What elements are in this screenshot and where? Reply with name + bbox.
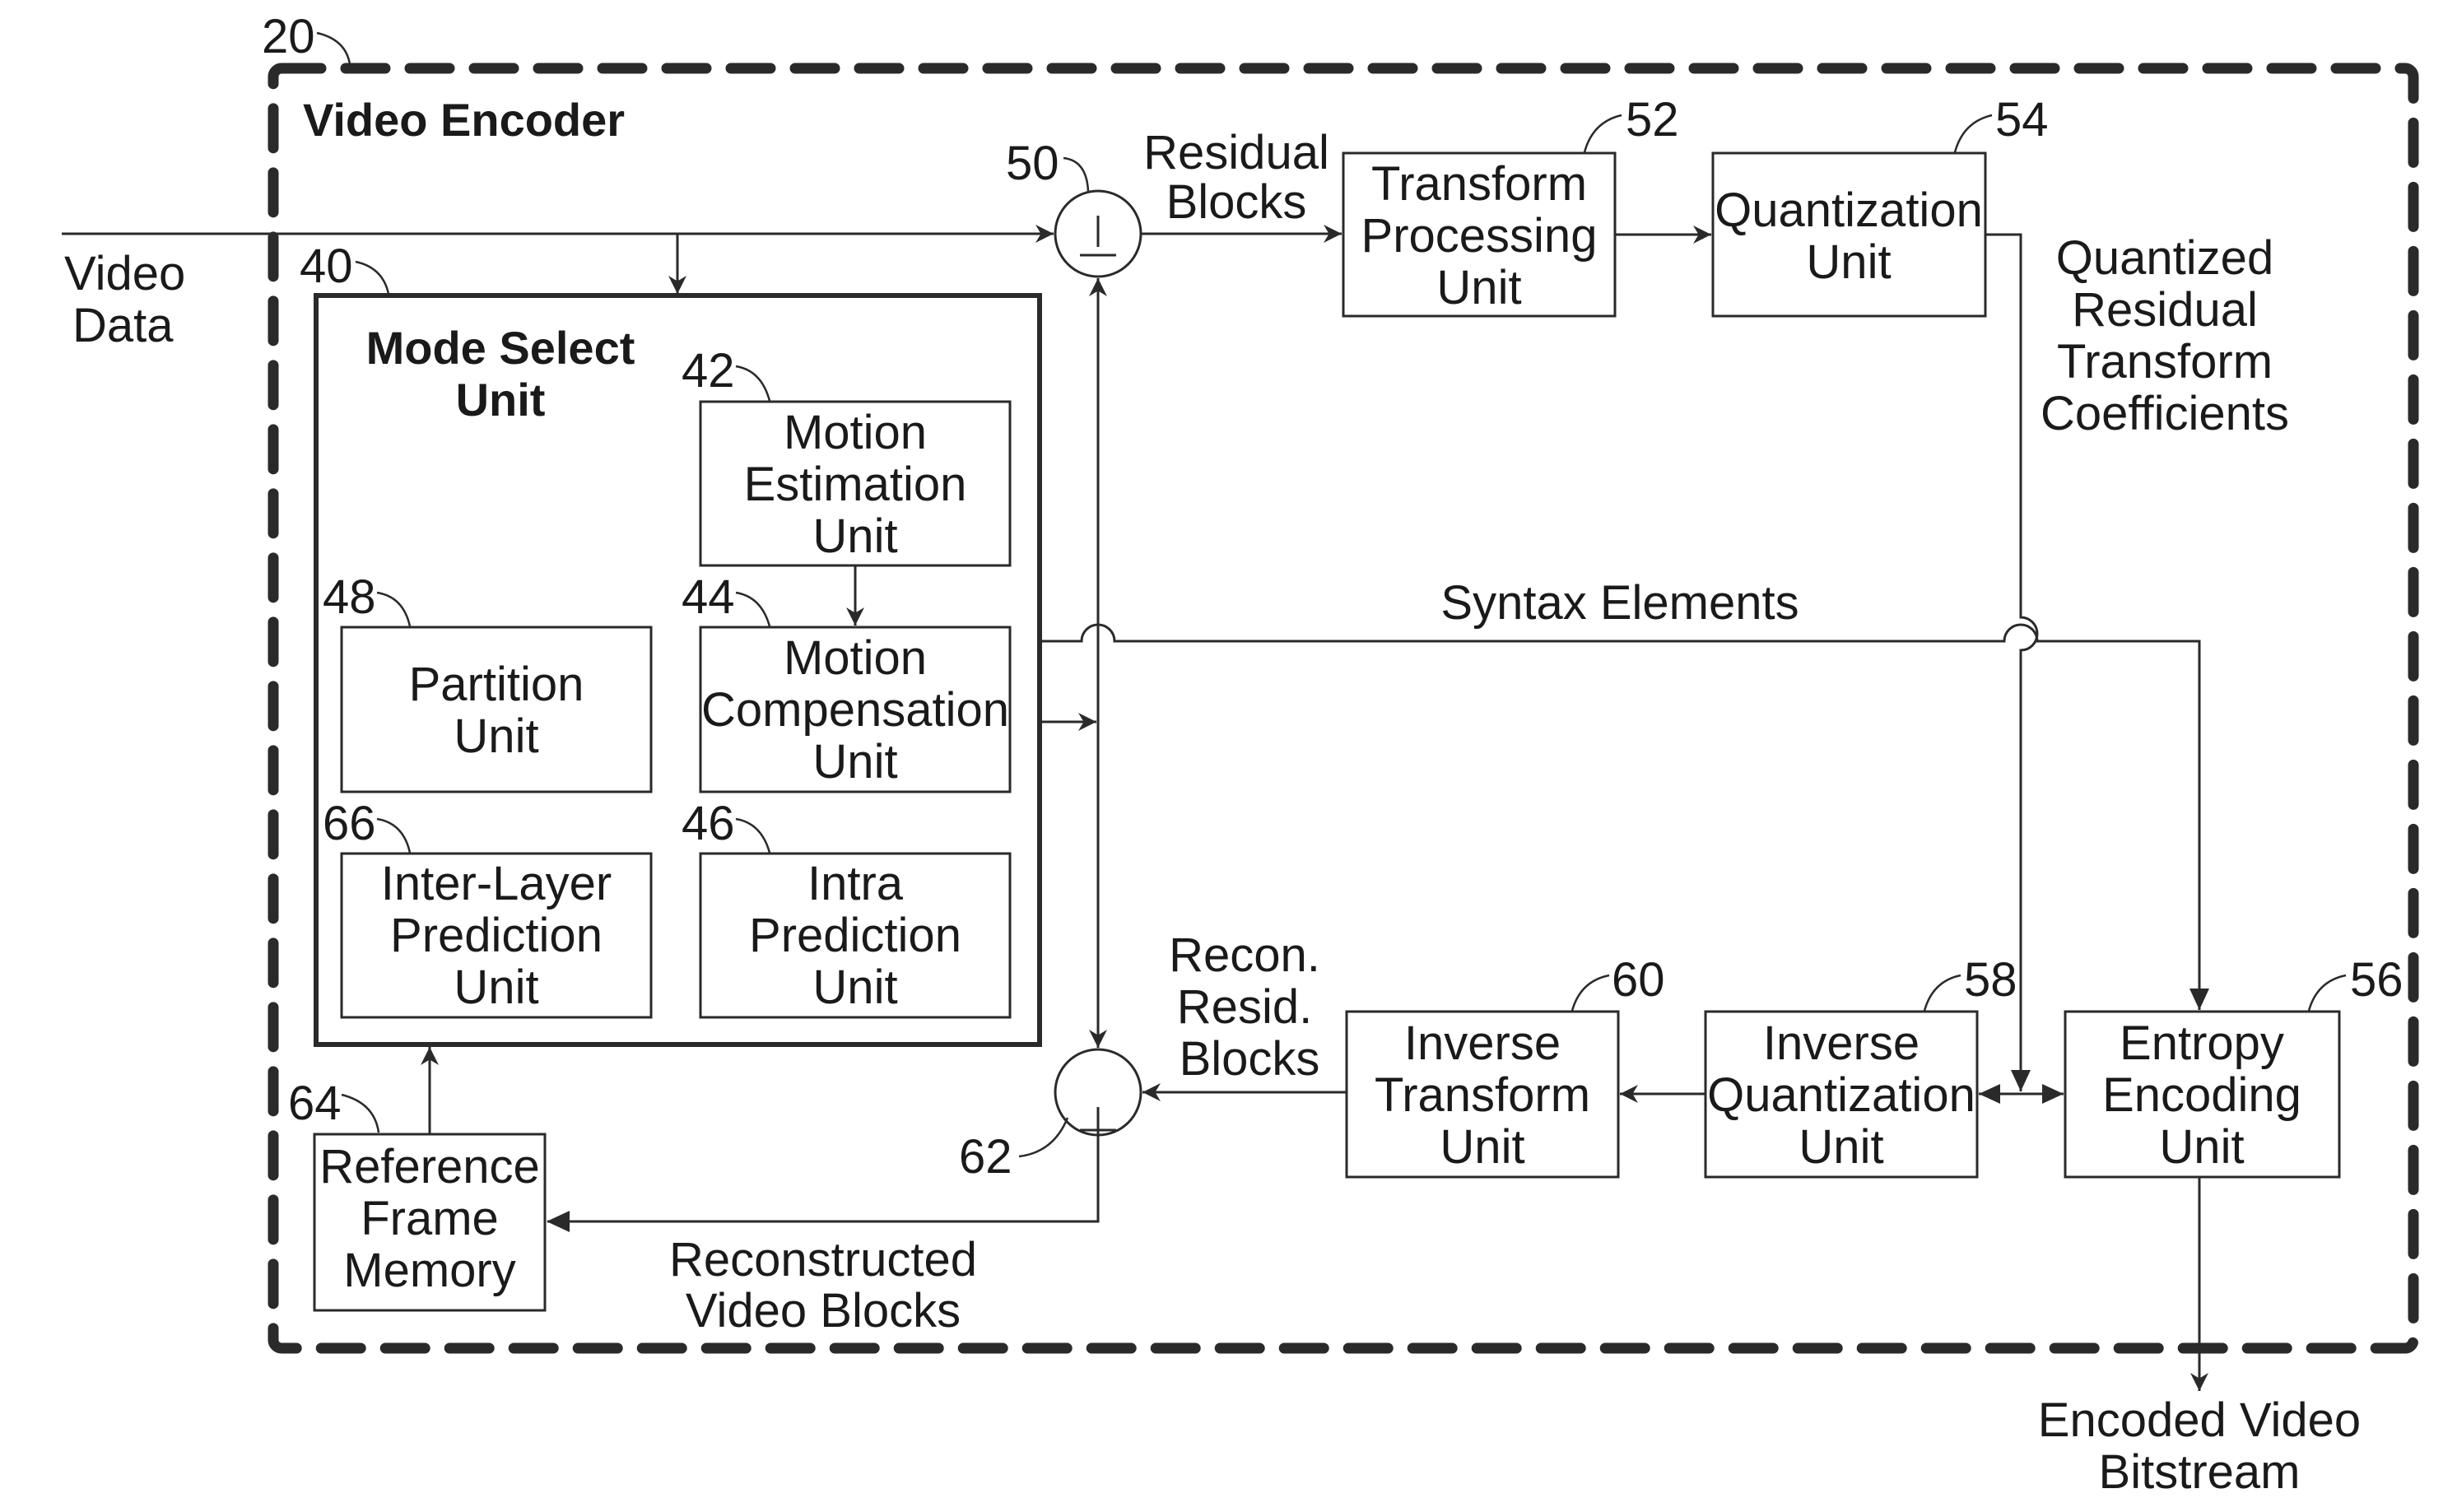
mode-select-title-line1: Mode Select (366, 322, 635, 374)
inverse-transform-line1: Inverse (1404, 1017, 1561, 1070)
inverse-quantization-ref: 58 (1964, 953, 2017, 1007)
reference-frame-ref: 64 (288, 1077, 342, 1130)
quantized-coeffs-line3: Transform (2057, 335, 2273, 388)
motion-compensation-ref-leader (735, 591, 771, 627)
quantization-line1: Quantization (1715, 184, 1983, 237)
motion-estimation-line1: Motion (784, 406, 927, 459)
motion-compensation-line1: Motion (784, 631, 927, 685)
intra-prediction-ref: 46 (682, 797, 735, 850)
reference-frame-line1: Reference (319, 1140, 540, 1193)
diagram-svg: 20 Video Encoder Video Data 40 Mode Sele… (62, 10, 2419, 1499)
recon-resid-line1: Recon. (1169, 928, 1320, 982)
entropy-line1: Entropy (2120, 1017, 2284, 1070)
residual-blocks-line1: Residual (1143, 126, 1329, 179)
inter-layer-line1: Inter-Layer (381, 857, 612, 910)
reconstructed-blocks-arrowhead (547, 1211, 570, 1232)
intra-prediction-line1: Intra (807, 857, 904, 910)
quantized-coeffs-line4: Coefficients (2041, 387, 2289, 440)
input-label-line1: Video (64, 247, 185, 300)
residual-blocks-line2: Blocks (1166, 175, 1307, 229)
partition-ref-leader (376, 591, 412, 627)
transform-line1: Transform (1371, 157, 1587, 211)
entropy-line2: Encoding (2102, 1068, 2301, 1122)
inverse-transform-line2: Transform (1375, 1068, 1590, 1122)
quantization-line2: Unit (1806, 235, 1891, 289)
transform-line3: Unit (1436, 261, 1521, 314)
quantization-ref: 54 (1995, 93, 2049, 147)
intra-prediction-line2: Prediction (749, 909, 961, 962)
inter-layer-line2: Prediction (390, 909, 603, 962)
inter-layer-ref-leader (376, 817, 412, 854)
inverse-transform-ref: 60 (1612, 953, 1665, 1007)
encoder-ref: 20 (262, 10, 315, 63)
reconstructed-blocks-line (547, 1135, 1100, 1223)
mode-select-ref: 40 (300, 240, 353, 293)
quantization-ref-leader (1953, 114, 1993, 153)
entropy-ref-leader (2307, 974, 2347, 1012)
motion-estimation-line3: Unit (812, 509, 897, 563)
reference-frame-ref-leader (341, 1093, 380, 1133)
motion-estimation-ref: 42 (682, 344, 735, 398)
intra-prediction-line3: Unit (812, 961, 897, 1014)
intra-prediction-ref-leader (735, 817, 771, 854)
reference-frame-line3: Memory (343, 1244, 515, 1297)
summer-bottom-ref-leader (1018, 1117, 1069, 1158)
partition-line2: Unit (454, 709, 538, 763)
summer-top-ref-leader (1063, 156, 1090, 192)
output-label-line1: Encoded Video (2038, 1393, 2361, 1447)
partition-line1: Partition (409, 658, 584, 711)
inter-layer-ref: 66 (323, 797, 376, 850)
quantized-coeffs-line1: Quantized (2056, 231, 2273, 285)
reference-frame-line2: Frame (361, 1192, 499, 1245)
inverse-quantization-line3: Unit (1799, 1120, 1883, 1174)
recon-resid-line3: Blocks (1180, 1032, 1320, 1086)
mode-select-ref-leader (355, 260, 390, 295)
coefficients-arrowhead (2011, 1070, 2031, 1091)
inverse-transform-ref-leader (1571, 974, 1610, 1012)
motion-estimation-line2: Estimation (744, 458, 967, 511)
reconstructed-line2: Video Blocks (686, 1284, 961, 1338)
entropy-arrowhead (2042, 1084, 2064, 1104)
entropy-ref: 56 (2350, 953, 2403, 1007)
motion-estimation-ref-leader (735, 365, 771, 402)
syntax-elements-arrowhead (2189, 989, 2209, 1010)
transform-ref: 52 (1626, 93, 1679, 147)
motion-compensation-ref: 44 (682, 570, 735, 624)
recon-resid-line2: Resid. (1177, 980, 1312, 1034)
summer-top-ref: 50 (1006, 137, 1059, 190)
mode-select-title-line2: Unit (456, 374, 546, 426)
transform-ref-leader (1583, 114, 1622, 153)
encoder-title: Video Encoder (303, 94, 625, 146)
input-label-line2: Data (72, 299, 174, 352)
inverse-quantization-ref-leader (1923, 974, 1961, 1012)
output-label-line2: Bitstream (2099, 1445, 2301, 1499)
inverse-quantization-arrowhead (1979, 1084, 2000, 1104)
video-encoder-diagram: 20 Video Encoder Video Data 40 Mode Sele… (0, 0, 2457, 1512)
inter-layer-line3: Unit (454, 961, 538, 1014)
motion-compensation-line2: Compensation (701, 683, 1009, 737)
inverse-quantization-line2: Quantization (1707, 1068, 1975, 1122)
encoder-ref-leader (316, 31, 351, 65)
motion-compensation-line3: Unit (812, 735, 897, 789)
entropy-line3: Unit (2159, 1120, 2244, 1174)
summer-bottom-ref: 62 (959, 1130, 1012, 1184)
inverse-transform-line3: Unit (1440, 1120, 1524, 1174)
partition-ref: 48 (323, 570, 376, 624)
inverse-quantization-line1: Inverse (1763, 1017, 1920, 1070)
quantized-coeffs-line2: Residual (2072, 283, 2258, 337)
reconstructed-line1: Reconstructed (669, 1233, 977, 1286)
transform-line2: Processing (1361, 209, 1598, 263)
syntax-elements-label: Syntax Elements (1440, 576, 1799, 630)
